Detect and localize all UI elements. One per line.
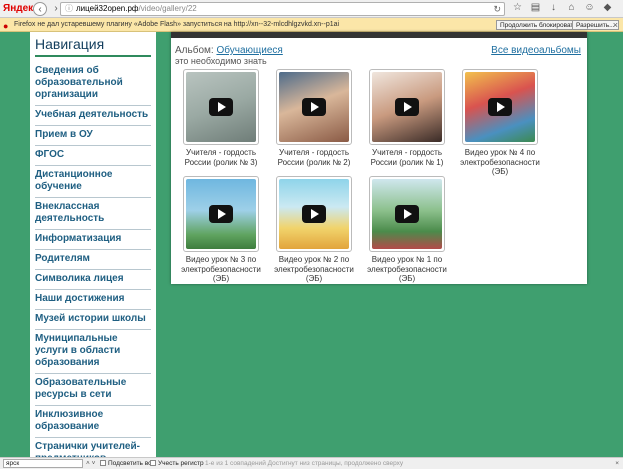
address-bar[interactable]: ⓘ лицей32open.рф/video/gallery/22 ↻ [60, 2, 505, 16]
match-case-label: Учесть регистр [158, 460, 204, 467]
sidebar-menu-item[interactable]: Внеклассная деятельность [35, 198, 151, 230]
checkbox-icon [100, 460, 106, 467]
video-card[interactable]: Видео урок № 4 по электробезопасности (Э… [454, 69, 546, 176]
play-icon[interactable] [209, 98, 233, 116]
video-caption[interactable]: Видео урок № 2 по электробезопасности (Э… [268, 255, 360, 283]
album-prefix: Альбом: [175, 45, 214, 56]
sidebar-menu-item[interactable]: Инклюзивное образование [35, 406, 151, 438]
panel-header-strip [171, 32, 587, 38]
addon-icon[interactable]: ◆ [602, 2, 613, 13]
allow-plugin-button[interactable]: Разрешить... [572, 20, 619, 30]
sidebar-menu-item[interactable]: Наши достижения [35, 290, 151, 310]
browser-toolbar: Яндекс ‹ › ⓘ лицей32open.рф/video/gallery… [0, 0, 623, 18]
highlight-all-toggle[interactable]: Подсветить все [100, 458, 155, 469]
play-icon[interactable] [395, 205, 419, 223]
video-caption[interactable]: Видео урок № 4 по электробезопасности (Э… [454, 148, 546, 176]
sidebar-menu-item[interactable]: Символика лицея [35, 270, 151, 290]
video-thumbnail[interactable] [369, 69, 445, 145]
continue-blocking-button[interactable]: Продолжить блокировать [496, 20, 581, 30]
video-card[interactable]: Видео урок № 1 по электробезопасности (Э… [361, 176, 453, 283]
sidebar-menu-item[interactable]: Учебная деятельность [35, 106, 151, 126]
sidebar-menu-item[interactable]: Сведения об образовательной организации [35, 62, 151, 106]
sync-icon[interactable]: ☺ [584, 2, 595, 13]
highlight-all-label: Подсветить все [108, 460, 155, 467]
video-caption[interactable]: Учителя - гордость России (ролик № 3) [175, 148, 267, 176]
find-bar: ярск ˄ ˅ Подсветить все Учесть регистр 1… [0, 457, 623, 469]
video-card[interactable]: Учителя - гордость России (ролик № 2) [268, 69, 360, 176]
play-icon[interactable] [488, 98, 512, 116]
match-case-toggle[interactable]: Учесть регистр [150, 458, 204, 469]
url-host: лицей32open.рф [76, 4, 139, 13]
play-icon[interactable] [302, 98, 326, 116]
sidebar-title: Навигация [35, 36, 151, 57]
video-thumbnail[interactable] [369, 176, 445, 252]
plugin-warning-icon: ● [3, 21, 9, 31]
video-card[interactable]: Видео урок № 2 по электробезопасности (Э… [268, 176, 360, 283]
browser-brand: Яндекс [3, 3, 39, 14]
video-thumbnail[interactable] [276, 69, 352, 145]
sidebar-menu-item[interactable]: Информатизация [35, 230, 151, 250]
toolbar-icons: ☆ ▤ ↓ ⌂ ☺ ◆ ≡ [512, 2, 623, 13]
album-link[interactable]: Обучающиеся [216, 45, 282, 56]
video-thumbnail[interactable] [183, 69, 259, 145]
all-albums-link[interactable]: Все видеоальбомы [491, 45, 581, 56]
sidebar-menu-item[interactable]: Муниципальные услуги в области образован… [35, 330, 151, 374]
back-icon[interactable]: ‹ [33, 1, 47, 16]
library-icon[interactable]: ▤ [530, 2, 541, 13]
sidebar-menu: Сведения об образовательной организации У… [35, 62, 151, 457]
close-icon[interactable]: × [613, 18, 618, 32]
video-caption[interactable]: Учителя - гордость России (ролик № 1) [361, 148, 453, 176]
album-note: это необходимо знать [175, 56, 267, 66]
url-path: /video/gallery/22 [138, 4, 197, 13]
video-thumbnail[interactable] [462, 69, 538, 145]
play-icon[interactable] [395, 98, 419, 116]
plugin-notification-bar: ● Firefox не дал устаревшему плагину «Ad… [0, 18, 623, 32]
home-icon[interactable]: ⌂ [566, 2, 577, 13]
sidebar-menu-item[interactable]: Прием в ОУ [35, 126, 151, 146]
video-caption[interactable]: Видео урок № 1 по электробезопасности (Э… [361, 255, 453, 283]
checkbox-icon [150, 460, 156, 467]
sidebar-menu-item[interactable]: Дистанционное обучение [35, 166, 151, 198]
video-card[interactable]: Учителя - гордость России (ролик № 3) [175, 69, 267, 176]
find-nav-arrows[interactable]: ˄ ˅ [86, 458, 95, 469]
sidebar-menu-item[interactable]: Музей истории школы [35, 310, 151, 330]
video-thumbnail[interactable] [276, 176, 352, 252]
album-line: Альбом: Обучающиеся [175, 45, 283, 56]
video-gallery-panel: Альбом: Обучающиеся Все видеоальбомы это… [171, 32, 587, 284]
close-icon[interactable]: × [615, 458, 619, 469]
reload-icon[interactable]: ↻ [493, 3, 501, 15]
find-status: 1-е из 1 совпадений Достигнут низ страни… [205, 460, 404, 467]
download-icon[interactable]: ↓ [548, 2, 559, 13]
sidebar-menu-item[interactable]: ФГОС [35, 146, 151, 166]
video-caption[interactable]: Видео урок № 3 по электробезопасности (Э… [175, 255, 267, 283]
video-card[interactable]: Учителя - гордость России (ролик № 1) [361, 69, 453, 176]
sidebar-menu-item[interactable]: Образовательные ресурсы в сети [35, 374, 151, 406]
find-input[interactable]: ярск [3, 459, 83, 468]
sidebar-menu-item[interactable]: Родителям [35, 250, 151, 270]
navigation-sidebar: Навигация Сведения об образовательной ор… [30, 32, 156, 457]
info-icon[interactable]: ⓘ [65, 4, 73, 13]
play-icon[interactable] [209, 205, 233, 223]
notification-message: Firefox не дал устаревшему плагину «Adob… [14, 21, 340, 28]
bookmark-star-icon[interactable]: ☆ [512, 2, 523, 13]
sidebar-menu-item[interactable]: Странички учителей-предметников [35, 438, 151, 457]
video-thumbnail[interactable] [183, 176, 259, 252]
video-caption[interactable]: Учителя - гордость России (ролик № 2) [268, 148, 360, 176]
play-icon[interactable] [302, 205, 326, 223]
video-card[interactable]: Видео урок № 3 по электробезопасности (Э… [175, 176, 267, 283]
